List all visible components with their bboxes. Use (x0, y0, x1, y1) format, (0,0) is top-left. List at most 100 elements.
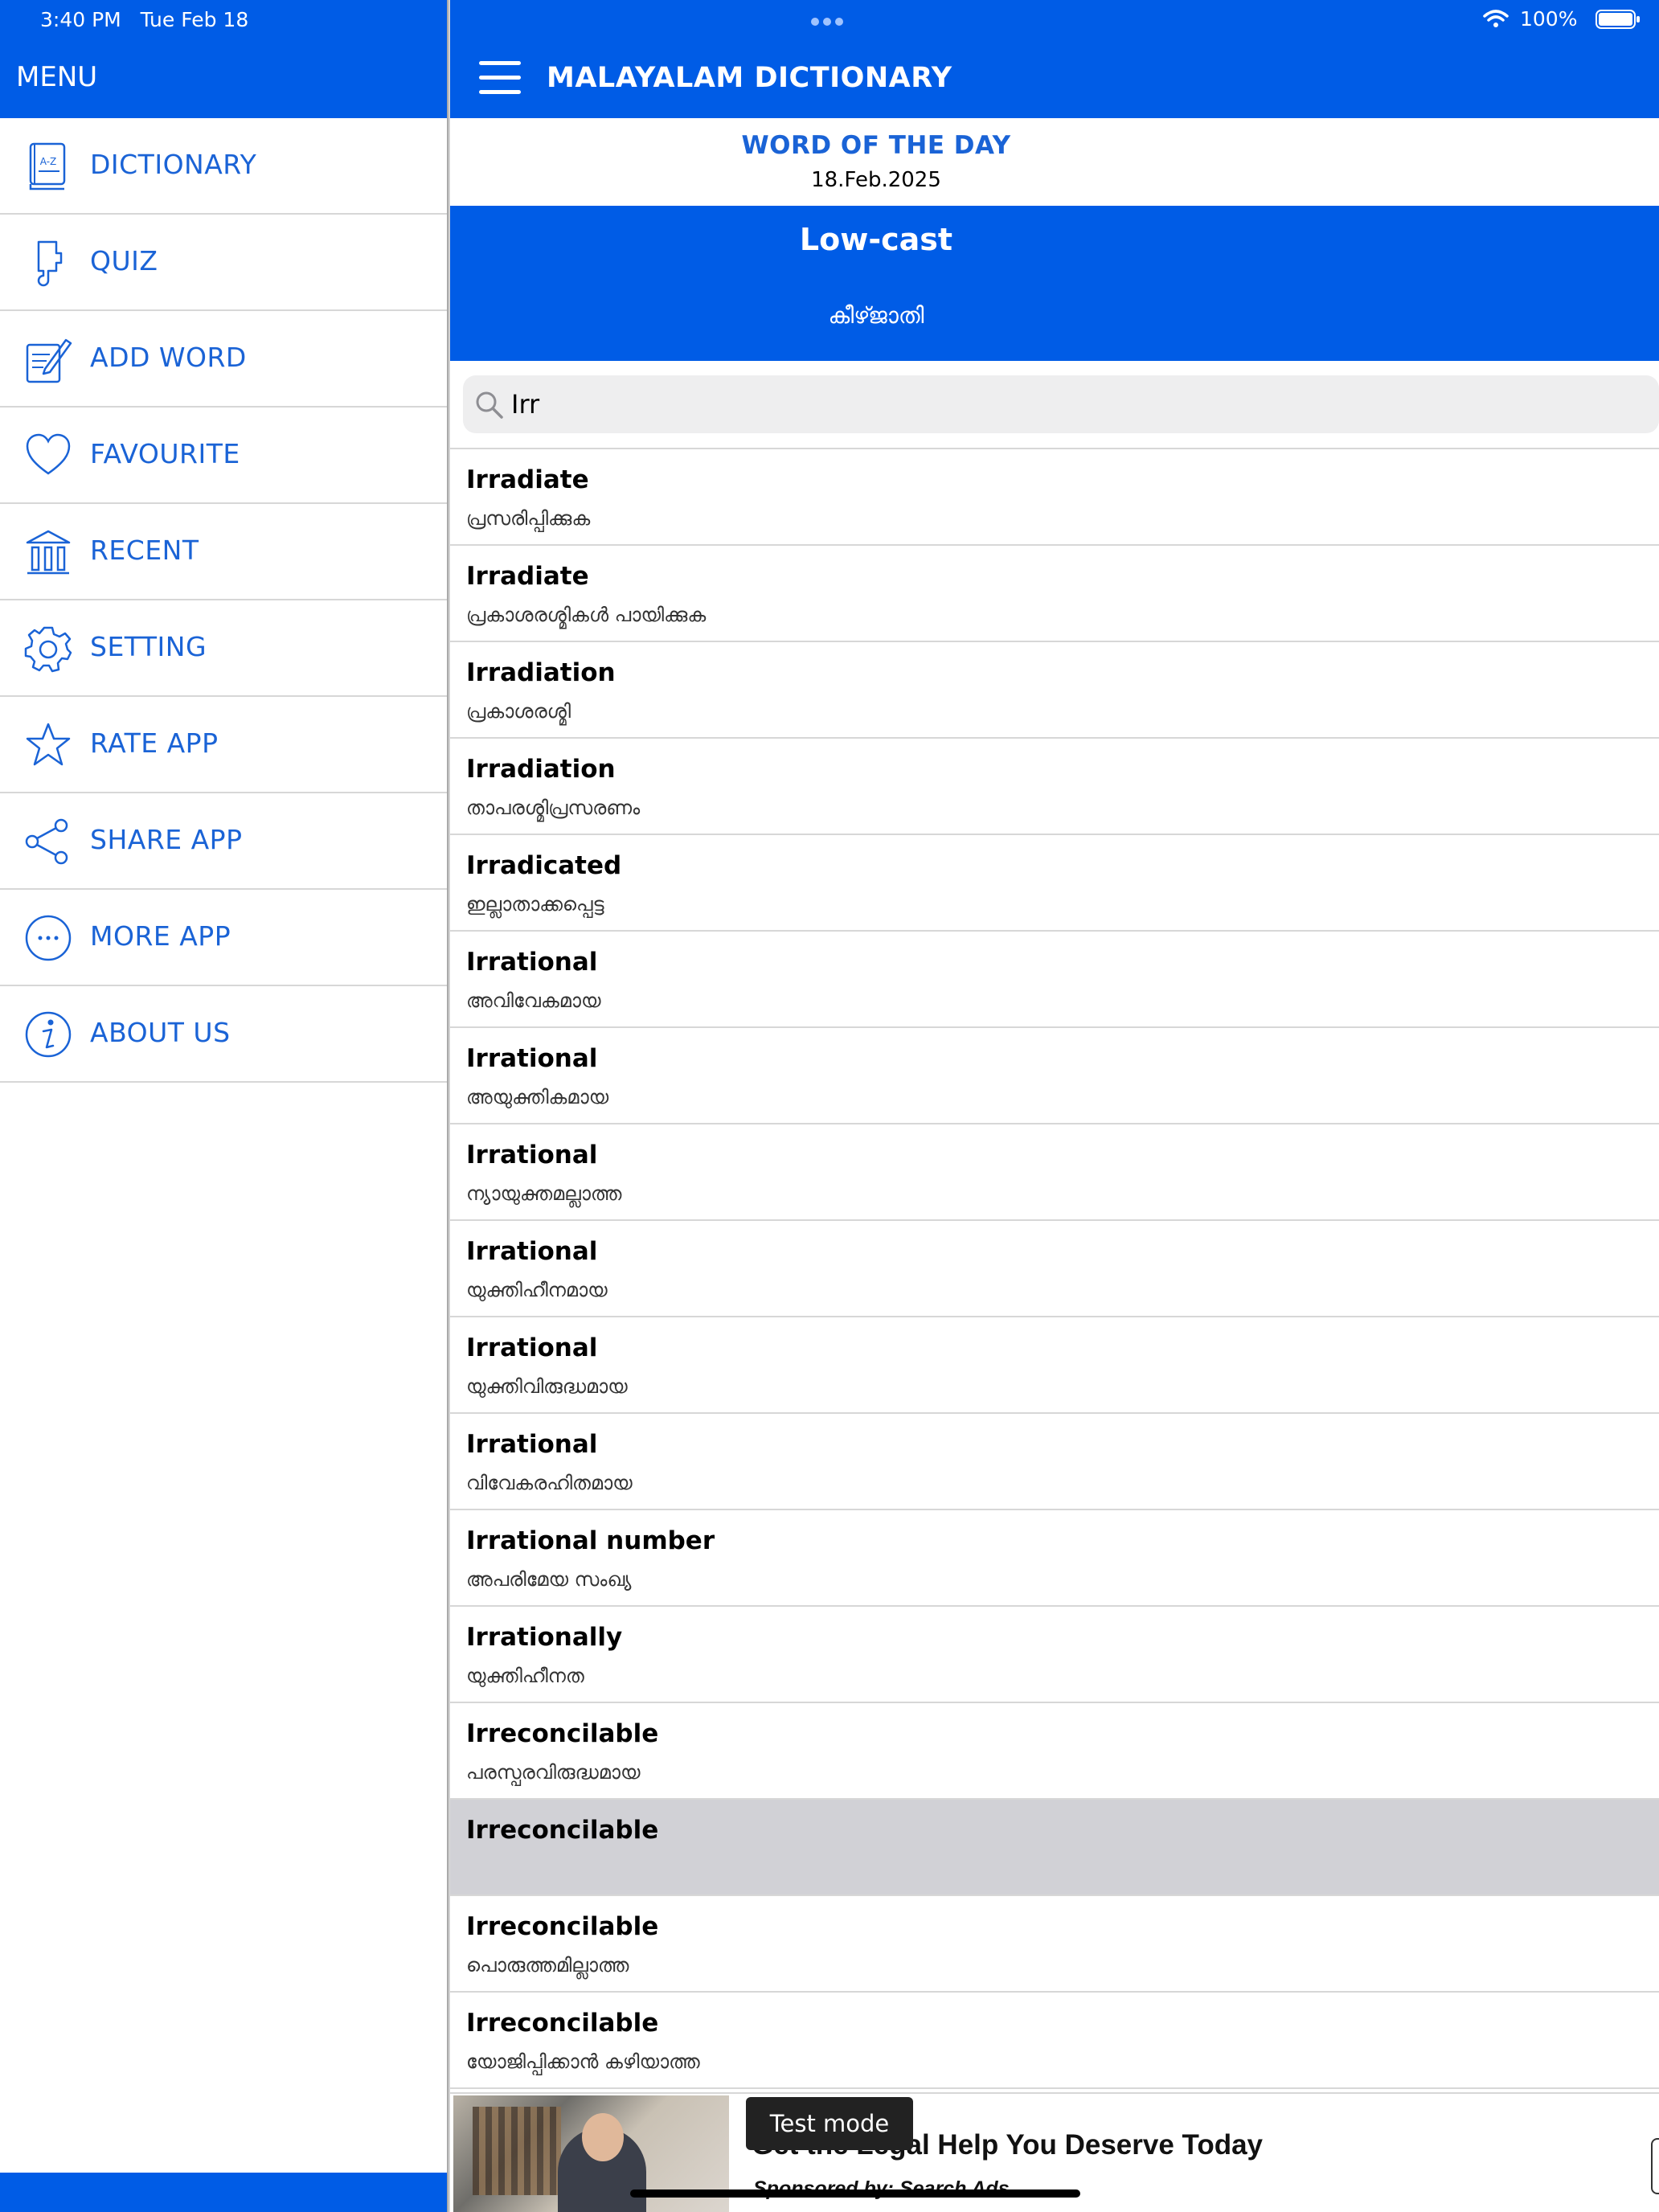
result-word: Irrational (466, 1141, 598, 1169)
result-row[interactable]: Irrational number അപരിമേയ സംഖ്യ (450, 1510, 1659, 1607)
result-meaning: പ്രകാശരശ്മി (466, 700, 571, 723)
results-list: Irradiate പ്രസരിപ്പിക്കുക Irradiate പ്രകാശ… (450, 449, 1659, 2089)
word-of-the-day-word: Low-cast (799, 222, 953, 257)
menu-item-label: FAVOURITE (90, 438, 240, 469)
result-meaning: അയുക്തികമായ (466, 1086, 609, 1108)
side-menu-footer (0, 2173, 449, 2212)
search-icon (476, 391, 503, 419)
menu-item-recent[interactable]: RECENT (0, 504, 449, 600)
search-bar (450, 361, 1659, 449)
word-of-the-day-meaning: കീഴ്ജാതി (828, 302, 924, 329)
home-indicator[interactable] (630, 2189, 1080, 2198)
menu-item-label: RATE APP (90, 727, 219, 759)
side-menu-header: 3:40 PM Tue Feb 18 MENU (0, 0, 449, 118)
result-row[interactable]: Irrationally യുക്തിഹീനത (450, 1607, 1659, 1703)
result-word: Irradiate (466, 465, 589, 494)
result-word: Irrational (466, 1237, 598, 1266)
word-of-the-day-title: WORD OF THE DAY (741, 131, 1011, 160)
menu-item-label: QUIZ (90, 245, 158, 276)
top-app-bar: 100% MALAYALAM DICTIONARY (450, 0, 1659, 118)
menu-item-quiz[interactable]: QUIZ (0, 215, 449, 311)
star-icon (26, 723, 71, 766)
result-word: Irradicated (466, 851, 622, 880)
result-row[interactable]: Irrational യുക്തിഹീനമായ (450, 1221, 1659, 1317)
word-of-the-day-card[interactable]: Low-cast കീഴ്ജാതി (450, 206, 1659, 361)
result-word: Irrational (466, 1044, 598, 1073)
result-meaning: ഇല്ലാതാക്കപ്പെട്ട (466, 893, 604, 916)
result-meaning: യോജിപ്പിക്കാൻ കഴിയാത്ത (466, 2050, 700, 2073)
result-row[interactable]: Irrational അയുക്തികമായ (450, 1028, 1659, 1124)
wifi-icon (1483, 10, 1509, 27)
result-word: Irrational (466, 948, 598, 977)
result-meaning: യുക്തിവിരുദ്ധമായ (466, 1375, 628, 1398)
result-row[interactable]: Irradiation താപരശ്മിപ്രസരണം (450, 739, 1659, 835)
menu-item-add-word[interactable]: ADD WORD (0, 311, 449, 408)
result-word: Irrational number (466, 1526, 715, 1555)
result-row[interactable]: Irradiate പ്രസരിപ്പിക്കുക (450, 449, 1659, 546)
battery-icon (1596, 10, 1640, 29)
result-meaning: യുക്തിഹീനത (466, 1665, 584, 1687)
result-row[interactable]: Irradiate പ്രകാശരശ്മികൾ പായിക്കുക (450, 546, 1659, 642)
result-word: Irreconcilable (466, 1816, 659, 1845)
result-row[interactable]: Irreconcilable യോജിപ്പിക്കാൻ കഴിയാത്ത (450, 1993, 1659, 2089)
main-content: 100% MALAYALAM DICTIONARY WORD OF THE DA… (450, 0, 1659, 2212)
menu-item-label: SETTING (90, 631, 207, 662)
status-time: 3:40 PM Tue Feb 18 (40, 8, 249, 31)
word-of-the-day-header: WORD OF THE DAY 18.Feb.2025 (450, 118, 1659, 206)
ad-action-button[interactable] (1651, 2138, 1659, 2194)
result-row[interactable]: Irreconcilable പരസ്പരവിരുദ്ധമായ (450, 1703, 1659, 1800)
quiz-icon (37, 240, 63, 287)
result-meaning: യുക്തിഹീനമായ (466, 1279, 608, 1301)
result-word: Irrationally (466, 1623, 623, 1652)
result-row[interactable]: Irrational അവിവേകമായ (450, 932, 1659, 1028)
search-input[interactable] (511, 383, 1636, 425)
result-meaning: അവിവേകമായ (466, 989, 601, 1012)
recent-icon (26, 530, 71, 575)
result-row[interactable]: Irrational വിവേകരഹിതമായ (450, 1414, 1659, 1510)
result-meaning: പ്രസരിപ്പിക്കുക (466, 507, 591, 530)
menu-item-label: DICTIONARY (90, 149, 257, 180)
menu-item-label: SHARE APP (90, 824, 243, 855)
result-meaning: ന്യായുക്തമല്ലാത്ത (466, 1182, 622, 1205)
result-word: Irreconcilable (466, 1912, 659, 1941)
result-word: Irradiation (466, 755, 616, 784)
result-row-selected[interactable]: Irreconcilable (450, 1800, 1659, 1896)
result-word: Irrational (466, 1333, 598, 1362)
menu-item-label: RECENT (90, 535, 199, 566)
result-row[interactable]: Irrational യുക്തിവിരുദ്ധമായ (450, 1317, 1659, 1414)
menu-title: MENU (16, 61, 98, 93)
menu-item-more-app[interactable]: MORE APP (0, 890, 449, 986)
result-row[interactable]: Irradiation പ്രകാശരശ്മി (450, 642, 1659, 739)
result-meaning: പരസ്പരവിരുദ്ധമായ (466, 1761, 641, 1784)
gear-icon (24, 626, 72, 673)
battery-percent: 100% (1520, 7, 1578, 31)
menu-list: A-Z DICTIONARY QUIZ ADD WORD FAVOURITE R… (0, 118, 449, 1083)
result-word: Irradiation (466, 658, 616, 687)
result-row[interactable]: Irradicated ഇല്ലാതാക്കപ്പെട്ട (450, 835, 1659, 932)
result-word: Irrational (466, 1430, 598, 1459)
result-word: Irradiate (466, 562, 589, 591)
add-word-icon (26, 338, 72, 383)
test-mode-badge: Test mode (746, 2097, 913, 2150)
menu-item-label: MORE APP (90, 920, 231, 952)
info-icon (25, 1011, 72, 1058)
share-icon (25, 818, 68, 865)
result-row[interactable]: Irreconcilable പൊരുത്തമില്ലാത്ത (450, 1896, 1659, 1993)
menu-item-label: ADD WORD (90, 342, 247, 373)
result-word: Irreconcilable (466, 2009, 659, 2038)
more-icon (25, 915, 72, 961)
menu-item-dictionary[interactable]: A-Z DICTIONARY (0, 118, 449, 215)
menu-item-setting[interactable]: SETTING (0, 600, 449, 697)
result-word: Irreconcilable (466, 1719, 659, 1748)
multitasking-dots-icon[interactable] (811, 14, 851, 26)
word-of-the-day-date: 18.Feb.2025 (811, 168, 941, 192)
menu-item-rate-app[interactable]: RATE APP (0, 697, 449, 793)
result-meaning: താപരശ്മിപ്രസരണം (466, 797, 641, 819)
menu-item-about-us[interactable]: ABOUT US (0, 986, 449, 1083)
app-title: MALAYALAM DICTIONARY (547, 62, 952, 94)
result-row[interactable]: Irrational ന്യായുക്തമല്ലാത്ത (450, 1124, 1659, 1221)
search-box[interactable] (463, 375, 1659, 433)
menu-item-share-app[interactable]: SHARE APP (0, 793, 449, 890)
menu-item-favourite[interactable]: FAVOURITE (0, 408, 449, 504)
hamburger-menu-icon[interactable] (479, 61, 521, 95)
